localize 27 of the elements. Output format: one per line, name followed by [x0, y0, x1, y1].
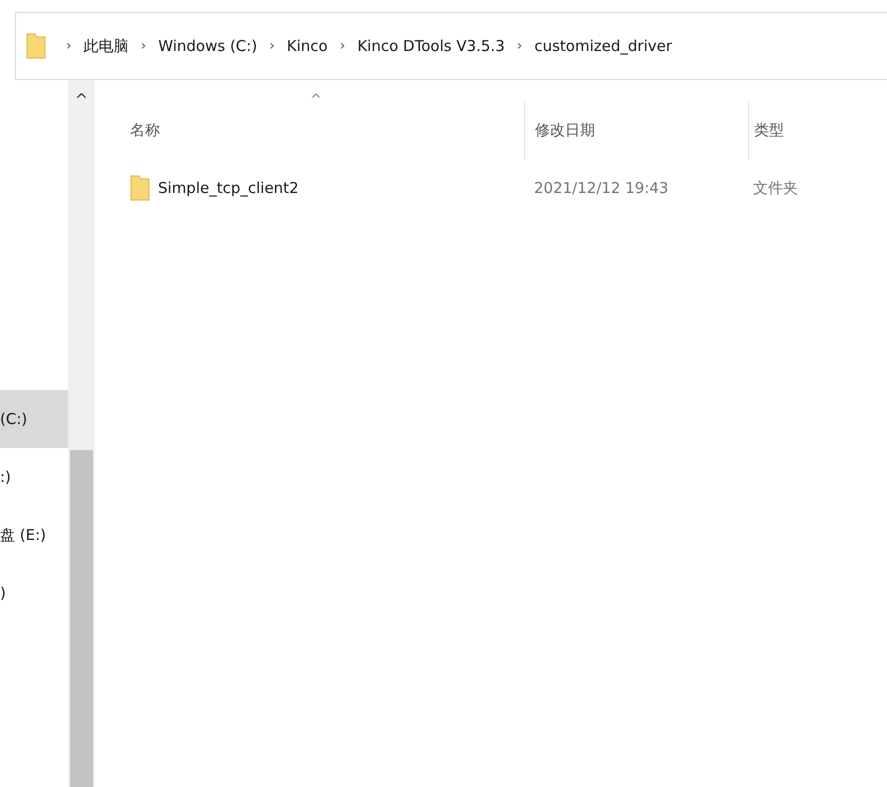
folder-icon — [130, 175, 150, 201]
chevron-icon: › — [516, 36, 522, 56]
column-header[interactable]: 修改日期 — [535, 118, 595, 142]
sort-indicator: ^ — [310, 91, 322, 110]
column-header[interactable]: 类型 — [754, 118, 784, 142]
file-name[interactable]: Simple_tcp_client2 — [158, 176, 299, 200]
file-type: 文件夹 — [753, 178, 798, 197]
modified-date: 2021/12/12 19:43 — [534, 178, 668, 197]
breadcrumb-item[interactable]: 此电脑 — [84, 34, 129, 58]
nav-item[interactable]: (C:) — [0, 390, 68, 448]
chevron-icon: › — [340, 36, 346, 56]
nav-item[interactable]: ) — [0, 564, 68, 622]
address-bar[interactable]: › 此电脑 › Windows (C:) › Kinco › Kinco DTools V3.5.3 › customized_driver — [15, 12, 887, 80]
scroll-up-arrow[interactable]: ^ — [68, 80, 95, 120]
nav-item[interactable]: :) — [0, 448, 68, 506]
scrollbar[interactable]: ^ — [68, 80, 95, 787]
folder-icon — [26, 33, 46, 59]
scrollbar-thumb[interactable] — [70, 450, 93, 787]
breadcrumb-item[interactable]: Windows (C:) — [158, 34, 258, 58]
nav-item[interactable]: 盘 (E:) — [0, 506, 68, 564]
breadcrumb-item[interactable]: Kinco DTools V3.5.3 — [357, 34, 505, 58]
breadcrumb-item[interactable]: Kinco — [286, 34, 328, 58]
chevron-icon: › — [269, 36, 275, 56]
chevron-icon: › — [66, 36, 72, 56]
breadcrumb-item[interactable]: customized_driver — [534, 34, 672, 58]
column-header[interactable]: 名称 — [130, 120, 160, 139]
chevron-icon: › — [140, 36, 146, 56]
